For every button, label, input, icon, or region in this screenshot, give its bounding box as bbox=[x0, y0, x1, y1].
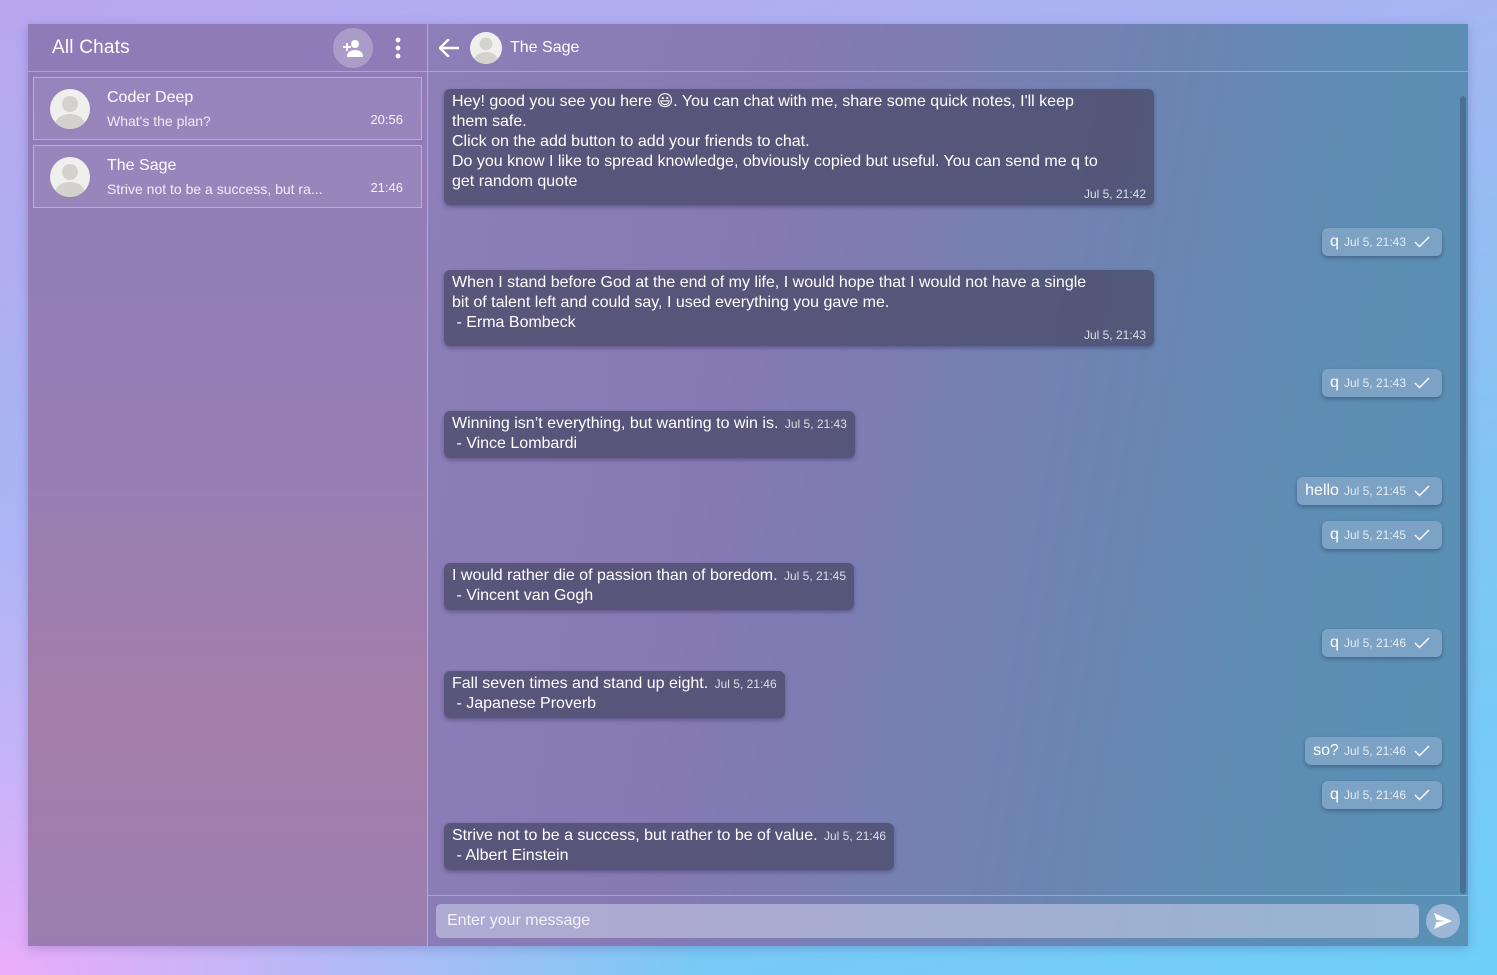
chat-preview: Strive not to be a success, but ra... bbox=[107, 180, 323, 197]
message-list[interactable]: Hey! good you see you here 😃. You can ch… bbox=[428, 72, 1468, 895]
chat-list: Coder Deep What's the plan? 20:56 The Sa… bbox=[28, 72, 427, 218]
check-icon bbox=[1414, 236, 1430, 248]
message-time: Jul 5, 21:46 bbox=[714, 677, 777, 691]
message-text: q bbox=[1330, 786, 1339, 803]
outgoing-message: so? Jul 5, 21:46 bbox=[1305, 737, 1442, 765]
message-text: When I stand before God at the end of my… bbox=[452, 274, 1087, 291]
avatar bbox=[50, 88, 90, 129]
chat-preview: What's the plan? bbox=[107, 112, 211, 129]
chat-item-the-sage[interactable]: The Sage Strive not to be a success, but… bbox=[33, 145, 422, 208]
composer bbox=[428, 895, 1468, 946]
send-button[interactable] bbox=[1426, 904, 1460, 938]
contact-name: The Sage bbox=[510, 38, 580, 56]
message-text: I would rather die of passion than of bo… bbox=[452, 567, 778, 584]
message-text: hello bbox=[1305, 482, 1339, 499]
arrow-left-icon bbox=[439, 38, 459, 57]
message-text: - Vince Lombardi bbox=[452, 435, 578, 452]
message-time: Jul 5, 21:43 bbox=[784, 417, 847, 431]
outgoing-message: hello Jul 5, 21:45 bbox=[1297, 477, 1442, 505]
sidebar-header: All Chats bbox=[28, 24, 427, 72]
user-avatar-icon bbox=[54, 95, 86, 129]
message-time: Jul 5, 21:45 bbox=[1343, 484, 1406, 498]
incoming-message: Strive not to be a success, but rather t… bbox=[444, 823, 895, 870]
check-icon bbox=[1414, 789, 1430, 801]
message-text: Click on the add button to add your frie… bbox=[452, 133, 810, 150]
sidebar: All Chats Coder Deep What's the plan? 20… bbox=[28, 24, 428, 946]
check-icon bbox=[1414, 377, 1430, 389]
message-time: Jul 5, 21:46 bbox=[824, 829, 887, 843]
chat-name: The Sage bbox=[107, 156, 177, 174]
message-text: q bbox=[1330, 233, 1339, 250]
outgoing-message: q Jul 5, 21:46 bbox=[1322, 781, 1442, 809]
avatar bbox=[50, 156, 90, 197]
message-text: q bbox=[1330, 374, 1339, 391]
sidebar-title: All Chats bbox=[52, 36, 130, 58]
outgoing-message: q Jul 5, 21:43 bbox=[1322, 369, 1442, 397]
message-time: Jul 5, 21:45 bbox=[783, 569, 847, 583]
outgoing-message: q Jul 5, 21:43 bbox=[1322, 228, 1442, 256]
check-icon bbox=[1414, 745, 1430, 757]
chat-panel: The Sage Hey! good you see you here 😃. Y… bbox=[428, 24, 1468, 946]
send-icon bbox=[1434, 913, 1452, 929]
message-text: so? bbox=[1313, 742, 1339, 759]
message-time: Jul 5, 21:43 bbox=[1343, 235, 1406, 249]
more-vert-icon bbox=[395, 37, 401, 58]
chat-time: 20:56 bbox=[370, 112, 403, 127]
menu-button[interactable] bbox=[383, 28, 413, 68]
incoming-message: Winning isn’t everything, but wanting to… bbox=[444, 411, 855, 458]
app-window: All Chats Coder Deep What's the plan? 20… bbox=[28, 24, 1468, 946]
chat-time: 21:46 bbox=[370, 180, 403, 195]
message-time: Jul 5, 21:45 bbox=[1343, 528, 1406, 542]
message-text: q bbox=[1330, 526, 1339, 543]
outgoing-message: q Jul 5, 21:46 bbox=[1322, 629, 1442, 657]
outgoing-message: q Jul 5, 21:45 bbox=[1322, 521, 1442, 549]
back-button[interactable] bbox=[438, 37, 460, 59]
chat-header: The Sage bbox=[428, 24, 1468, 72]
contact-avatar[interactable] bbox=[470, 31, 502, 64]
chat-item-coder-deep[interactable]: Coder Deep What's the plan? 20:56 bbox=[33, 77, 422, 140]
scrollbar[interactable] bbox=[1460, 96, 1466, 894]
check-icon bbox=[1414, 485, 1430, 497]
check-icon bbox=[1414, 637, 1430, 649]
user-avatar-icon bbox=[473, 37, 499, 64]
message-text: Winning isn’t everything, but wanting to… bbox=[452, 415, 779, 432]
add-friend-button[interactable] bbox=[333, 27, 373, 68]
message-input[interactable] bbox=[436, 904, 1419, 938]
message-text: - Japanese Proverb bbox=[452, 695, 597, 712]
message-time: Jul 5, 21:46 bbox=[1343, 788, 1406, 802]
user-avatar-icon bbox=[54, 163, 86, 197]
incoming-message: Hey! good you see you here 😃. You can ch… bbox=[444, 89, 1154, 205]
check-icon bbox=[1414, 529, 1430, 541]
chat-name: Coder Deep bbox=[107, 88, 194, 106]
message-text: bit of talent left and could say, I used… bbox=[452, 294, 890, 311]
message-text: - Albert Einstein bbox=[452, 847, 569, 864]
incoming-message: I would rather die of passion than of bo… bbox=[444, 563, 855, 610]
message-text: them safe. bbox=[452, 113, 527, 130]
message-time: Jul 5, 21:43 bbox=[1343, 376, 1406, 390]
message-text: Strive not to be a success, but rather t… bbox=[452, 827, 818, 844]
message-text: Hey! good you see you here 😃. You can ch… bbox=[452, 93, 1074, 110]
message-text: - Vincent van Gogh bbox=[452, 587, 594, 604]
incoming-message: When I stand before God at the end of my… bbox=[444, 270, 1154, 346]
message-time: Jul 5, 21:46 bbox=[1343, 744, 1406, 758]
message-text: q bbox=[1330, 634, 1339, 651]
message-text: Fall seven times and stand up eight. bbox=[452, 675, 709, 692]
add-person-icon bbox=[343, 39, 363, 57]
message-time: Jul 5, 21:46 bbox=[1343, 636, 1406, 650]
incoming-message: Fall seven times and stand up eight. Jul… bbox=[444, 671, 785, 718]
message-text: Do you know I like to spread knowledge, … bbox=[452, 153, 1098, 170]
